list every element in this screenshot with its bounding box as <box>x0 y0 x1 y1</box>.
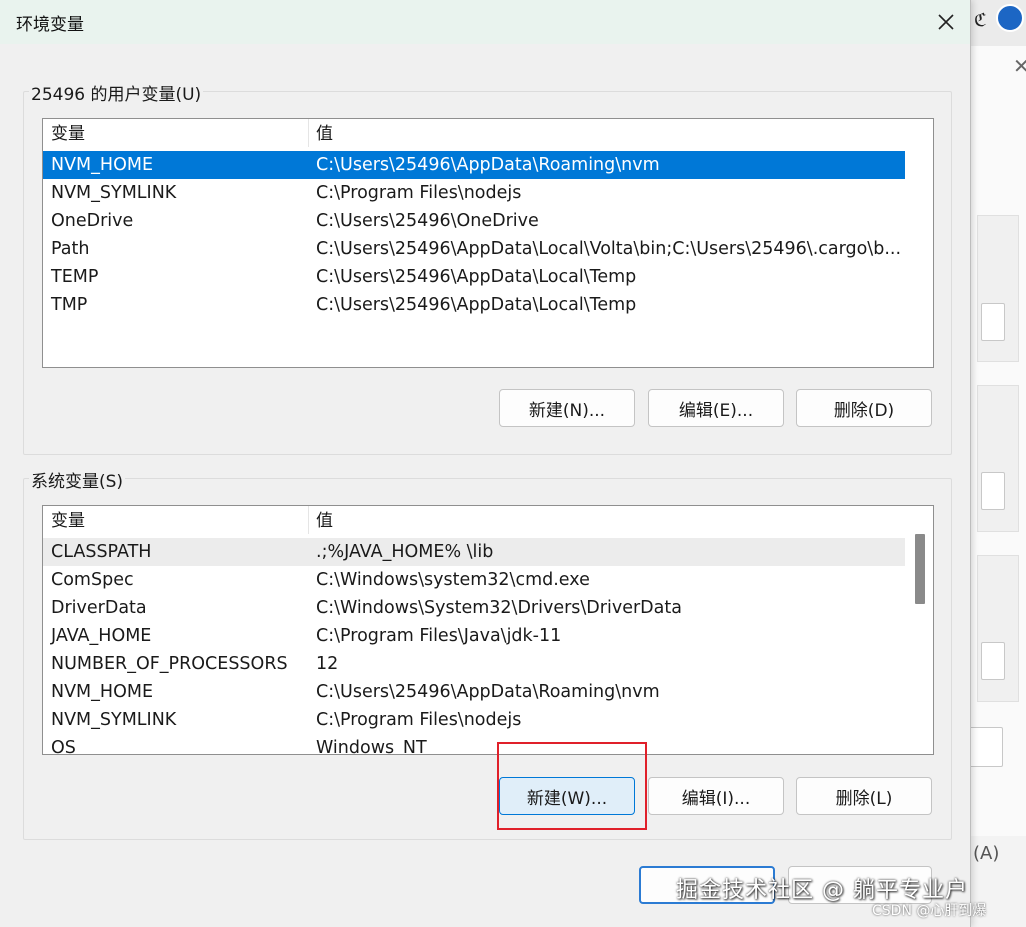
system-var-row[interactable]: NVM_HOME C:\Users\25496\AppData\Roaming\… <box>43 678 905 706</box>
var-value: Windows_NT <box>316 738 427 755</box>
var-value: C:\Users\25496\AppData\Local\Temp <box>316 267 637 287</box>
user-var-row[interactable]: NVM_HOME C:\Users\25496\AppData\Roaming\… <box>43 151 905 179</box>
var-value: C:\Users\25496\AppData\Local\Volta\bin;C… <box>316 239 902 259</box>
var-value: 12 <box>316 654 339 674</box>
var-name: TMP <box>51 295 88 315</box>
var-value: C:\Users\25496\OneDrive <box>316 211 539 231</box>
system-var-row[interactable]: NUMBER_OF_PROCESSORS 12 <box>43 650 905 678</box>
system-edit-button[interactable]: 编辑(I)... <box>648 777 784 815</box>
var-name: CLASSPATH <box>51 542 152 562</box>
user-variables-list[interactable]: 变量 值 NVM_HOME C:\Users\25496\AppData\Roa… <box>42 118 934 368</box>
user-var-row[interactable]: OneDrive C:\Users\25496\OneDrive <box>43 207 905 235</box>
system-variables-label: 系统变量(S) <box>29 467 126 492</box>
taskbar-app-icon[interactable]: ℭ <box>974 10 992 31</box>
system-var-row[interactable]: CLASSPATH .;%JAVA_HOME% \lib <box>43 538 905 566</box>
system-var-row[interactable]: NVM_SYMLINK C:\Program Files\nodejs <box>43 706 905 734</box>
system-variables-list[interactable]: 变量 值 CLASSPATH .;%JAVA_HOME% \lib ComSpe… <box>42 505 934 755</box>
user-var-row[interactable]: TEMP C:\Users\25496\AppData\Local\Temp <box>43 263 905 291</box>
var-name: JAVA_HOME <box>51 626 152 646</box>
system-var-row[interactable]: JAVA_HOME C:\Program Files\Java\jdk-11 <box>43 622 905 650</box>
var-value: .;%JAVA_HOME% \lib <box>316 542 494 562</box>
system-var-row[interactable]: OS Windows_NT <box>43 734 905 755</box>
var-name: OneDrive <box>51 211 134 231</box>
dialog-title: 环境变量 <box>16 15 84 35</box>
column-header-name[interactable]: 变量 <box>43 119 309 147</box>
list-header: 变量 值 <box>43 119 933 147</box>
var-name: ComSpec <box>51 570 134 590</box>
var-value: C:\Users\25496\AppData\Roaming\nvm <box>316 682 660 702</box>
background-input[interactable] <box>981 472 1005 510</box>
environment-variables-dialog: 环境变量 25496 的用户变量(U) 变量 值 NVM_HOME C:\Use… <box>0 0 971 927</box>
var-value: C:\Program Files\Java\jdk-11 <box>316 626 562 646</box>
var-name: OS <box>51 738 76 755</box>
column-header-name[interactable]: 变量 <box>43 506 309 534</box>
system-delete-button[interactable]: 删除(L) <box>796 777 932 815</box>
user-var-row[interactable]: Path C:\Users\25496\AppData\Local\Volta\… <box>43 235 905 263</box>
system-var-row[interactable]: ComSpec C:\Windows\system32\cmd.exe <box>43 566 905 594</box>
background-input[interactable] <box>981 642 1005 680</box>
var-name: NUMBER_OF_PROCESSORS <box>51 654 288 674</box>
var-value: C:\Program Files\nodejs <box>316 183 522 203</box>
var-value: C:\Program Files\nodejs <box>316 710 522 730</box>
var-value: C:\Users\25496\AppData\Roaming\nvm <box>316 155 660 175</box>
system-var-row[interactable]: DriverData C:\Windows\System32\Drivers\D… <box>43 594 905 622</box>
user-edit-button[interactable]: 编辑(E)... <box>648 389 784 427</box>
background-input[interactable] <box>981 303 1005 341</box>
system-list-scrollbar[interactable] <box>907 506 933 754</box>
close-icon <box>938 14 954 30</box>
user-delete-button[interactable]: 删除(D) <box>796 389 932 427</box>
list-header: 变量 值 <box>43 506 933 534</box>
background-button-label: (A) <box>973 843 1000 864</box>
watermark-csdn: CSDN @心肝到爆 <box>872 903 987 919</box>
background-close-icon[interactable]: ✕ <box>1013 56 1026 76</box>
var-name: NVM_HOME <box>51 682 154 702</box>
var-value: C:\Windows\system32\cmd.exe <box>316 570 590 590</box>
user-variables-label: 25496 的用户变量(U) <box>29 80 204 105</box>
var-name: TEMP <box>51 267 99 287</box>
browser-icon[interactable] <box>996 4 1024 32</box>
var-value: C:\Users\25496\AppData\Local\Temp <box>316 295 637 315</box>
var-name: NVM_HOME <box>51 155 154 175</box>
var-name: Path <box>51 239 90 259</box>
user-new-button[interactable]: 新建(N)... <box>499 389 635 427</box>
user-var-row[interactable]: NVM_SYMLINK C:\Program Files\nodejs <box>43 179 905 207</box>
var-name: NVM_SYMLINK <box>51 183 177 203</box>
close-button[interactable] <box>930 6 962 38</box>
column-header-value[interactable]: 值 <box>309 119 333 147</box>
var-name: NVM_SYMLINK <box>51 710 177 730</box>
var-name: DriverData <box>51 598 147 618</box>
scrollbar-thumb[interactable] <box>915 534 925 604</box>
var-value: C:\Windows\System32\Drivers\DriverData <box>316 598 682 618</box>
title-bar: 环境变量 <box>0 0 970 44</box>
user-var-row[interactable]: TMP C:\Users\25496\AppData\Local\Temp <box>43 291 905 319</box>
column-header-value[interactable]: 值 <box>309 506 333 534</box>
system-new-button[interactable]: 新建(W)... <box>499 777 635 815</box>
